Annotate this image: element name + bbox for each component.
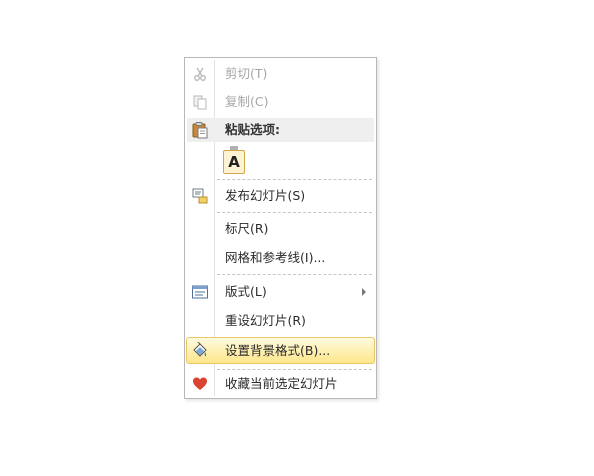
clipboard-icon: [187, 117, 213, 143]
menu-separator: [217, 369, 372, 370]
menu-item-grid-guides-label: 网格和参考线(I)...: [225, 250, 326, 265]
menu-item-publish-slides[interactable]: 发布幻灯片(S): [187, 183, 374, 209]
menu-separator: [217, 212, 372, 213]
paste-option-letter: A: [228, 153, 240, 171]
heart-icon: [187, 371, 213, 397]
menu-separator: [217, 274, 372, 275]
ruler-icon-placeholder: [187, 216, 213, 242]
menu-item-reset-slide-label: 重设幻灯片(R): [225, 313, 306, 328]
menu-item-layout-label: 版式(L): [225, 284, 267, 299]
menu-item-format-background-label: 设置背景格式(B)...: [225, 343, 331, 358]
menu-item-copy-label: 复制(C): [225, 94, 269, 109]
grid-icon-placeholder: [187, 245, 213, 271]
menu-separator: [217, 179, 372, 180]
layout-icon: [187, 279, 213, 305]
menu-item-format-background[interactable]: 设置背景格式(B)...: [186, 337, 375, 364]
copy-icon: [187, 89, 213, 115]
scissors-icon: [187, 61, 213, 87]
menu-item-layout[interactable]: 版式(L): [187, 279, 374, 305]
menu-item-cut[interactable]: 剪切(T): [187, 61, 374, 87]
menu-item-favorite-slide-label: 收藏当前选定幻灯片: [225, 376, 338, 391]
menu-item-favorite-slide[interactable]: 收藏当前选定幻灯片: [187, 371, 374, 397]
menu-item-ruler[interactable]: 标尺(R): [187, 216, 374, 242]
paint-bucket-icon: [187, 338, 213, 364]
menu-item-grid-guides[interactable]: 网格和参考线(I)...: [187, 245, 374, 271]
menu-item-cut-label: 剪切(T): [225, 66, 268, 81]
publish-slides-icon: [187, 183, 213, 209]
paste-options-header: 粘贴选项:: [187, 117, 374, 143]
menu-item-publish-slides-label: 发布幻灯片(S): [225, 188, 306, 203]
menu-item-reset-slide[interactable]: 重设幻灯片(R): [187, 308, 374, 334]
context-menu: 剪切(T) 复制(C) 粘贴选项: A 发布幻灯片(S) 标尺(R) 网格和参考…: [184, 57, 377, 399]
submenu-arrow-icon: [362, 288, 366, 296]
reset-icon-placeholder: [187, 308, 213, 334]
menu-item-ruler-label: 标尺(R): [225, 221, 269, 236]
paste-options-label: 粘贴选项:: [225, 122, 280, 137]
paste-keep-text-icon[interactable]: A: [223, 150, 245, 174]
menu-item-copy[interactable]: 复制(C): [187, 89, 374, 115]
